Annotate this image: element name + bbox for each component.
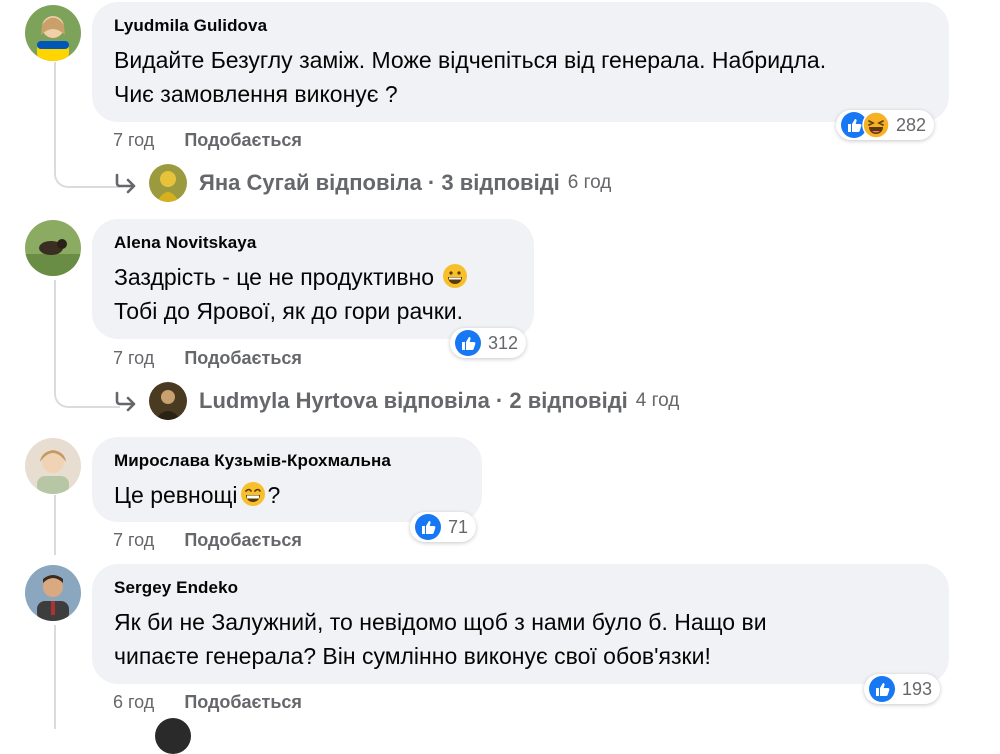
comment-text: Це ревнощі bbox=[114, 482, 238, 508]
reply-time: 4 год bbox=[635, 390, 680, 411]
avatar[interactable] bbox=[155, 718, 191, 754]
avatar[interactable] bbox=[25, 5, 81, 61]
comment-time[interactable]: 7 год bbox=[113, 530, 154, 551]
comment-author[interactable]: Alena Novitskaya bbox=[114, 233, 512, 253]
comment-author[interactable]: Мирослава Кузьмів-Крохмальна bbox=[114, 451, 460, 471]
comment-text-line: Чиє замовлення виконує ? bbox=[114, 81, 398, 107]
reaction-count: 282 bbox=[896, 114, 927, 135]
avatar bbox=[149, 164, 187, 202]
like-icon bbox=[869, 676, 895, 702]
haha-icon bbox=[862, 111, 890, 139]
comment-text-line: Як би не Залужний, то невідомо щоб з нам… bbox=[114, 609, 767, 635]
comment-author[interactable]: Sergey Endeko bbox=[114, 578, 927, 598]
grinning-face-emoji bbox=[442, 263, 468, 289]
comment-author[interactable]: Lyudmila Gulidova bbox=[114, 16, 927, 36]
comment-bubble: Sergey Endeko Як би не Залужний, то неві… bbox=[92, 564, 949, 684]
thread-line bbox=[54, 495, 56, 555]
reaction-count: 193 bbox=[902, 678, 933, 699]
reaction-summary[interactable]: 193 bbox=[864, 674, 941, 704]
comment-time[interactable]: 7 год bbox=[113, 348, 154, 369]
reply-verb: відповіла bbox=[315, 170, 422, 195]
beaming-face-emoji bbox=[240, 481, 266, 507]
reply-count: 3 відповіді bbox=[441, 170, 560, 195]
comment-bubble: Lyudmila Gulidova Видайте Безуглу заміж.… bbox=[92, 2, 949, 122]
comment-time[interactable]: 6 год bbox=[113, 692, 154, 713]
like-icon bbox=[415, 514, 441, 540]
comment-actions: 6 год Подобається bbox=[113, 692, 302, 713]
thread-line bbox=[54, 625, 56, 729]
comment-text: ? bbox=[267, 482, 281, 508]
comment-actions: 7 год Подобається bbox=[113, 530, 302, 551]
view-replies-link[interactable]: Ludmyla Hyrtova відповіла · 2 відповіді 4… bbox=[113, 382, 679, 420]
avatar[interactable] bbox=[25, 438, 81, 494]
reaction-summary[interactable]: 312 bbox=[450, 328, 527, 358]
reply-author: Ludmyla Hyrtova bbox=[199, 388, 378, 413]
reply-author: Яна Сугай bbox=[199, 170, 310, 195]
like-button[interactable]: Подобається bbox=[184, 692, 302, 713]
comment-actions: 7 год Подобається bbox=[113, 348, 302, 369]
comment-text-line: Тобі до Ярової, як до гори рачки. bbox=[114, 298, 464, 324]
reply-verb: відповіла bbox=[383, 388, 490, 413]
comment-text-line: чипаєте генерала? Він сумлінно виконує с… bbox=[114, 643, 711, 669]
thread-line bbox=[54, 62, 56, 172]
comment-text-line: Заздрість - це не продуктивно bbox=[114, 260, 512, 294]
reaction-count: 312 bbox=[488, 332, 519, 353]
reaction-count: 71 bbox=[448, 516, 469, 537]
view-replies-link[interactable]: Яна Сугай відповіла · 3 відповіді 6 год bbox=[113, 164, 611, 202]
thread-curve bbox=[54, 162, 120, 188]
like-icon bbox=[455, 330, 481, 356]
comment-text-line: Це ревнощі? bbox=[114, 478, 460, 512]
comment-text: Заздрість - це не продуктивно bbox=[114, 264, 435, 290]
like-button[interactable]: Подобається bbox=[184, 530, 302, 551]
thread-curve bbox=[54, 382, 120, 408]
comment-actions: 7 год Подобається bbox=[113, 130, 302, 151]
comment-bubble: Мирослава Кузьмів-Крохмальна Це ревнощі? bbox=[92, 437, 482, 522]
comment-time[interactable]: 7 год bbox=[113, 130, 154, 151]
reaction-summary[interactable]: 71 bbox=[410, 512, 477, 542]
avatar bbox=[149, 382, 187, 420]
like-button[interactable]: Подобається bbox=[184, 130, 302, 151]
reply-arrow-icon bbox=[115, 173, 136, 194]
thread-line bbox=[54, 280, 56, 390]
reply-count: 2 відповіді bbox=[509, 388, 628, 413]
avatar[interactable] bbox=[25, 220, 81, 276]
comment-bubble: Alena Novitskaya Заздрість - це не проду… bbox=[92, 219, 534, 339]
like-button[interactable]: Подобається bbox=[184, 348, 302, 369]
reaction-summary[interactable]: 282 bbox=[836, 110, 935, 140]
comment-text-line: Видайте Безуглу заміж. Може відчепіться … bbox=[114, 47, 827, 73]
avatar[interactable] bbox=[25, 565, 81, 621]
reply-arrow-icon bbox=[115, 391, 136, 412]
reply-time: 6 год bbox=[567, 172, 612, 193]
